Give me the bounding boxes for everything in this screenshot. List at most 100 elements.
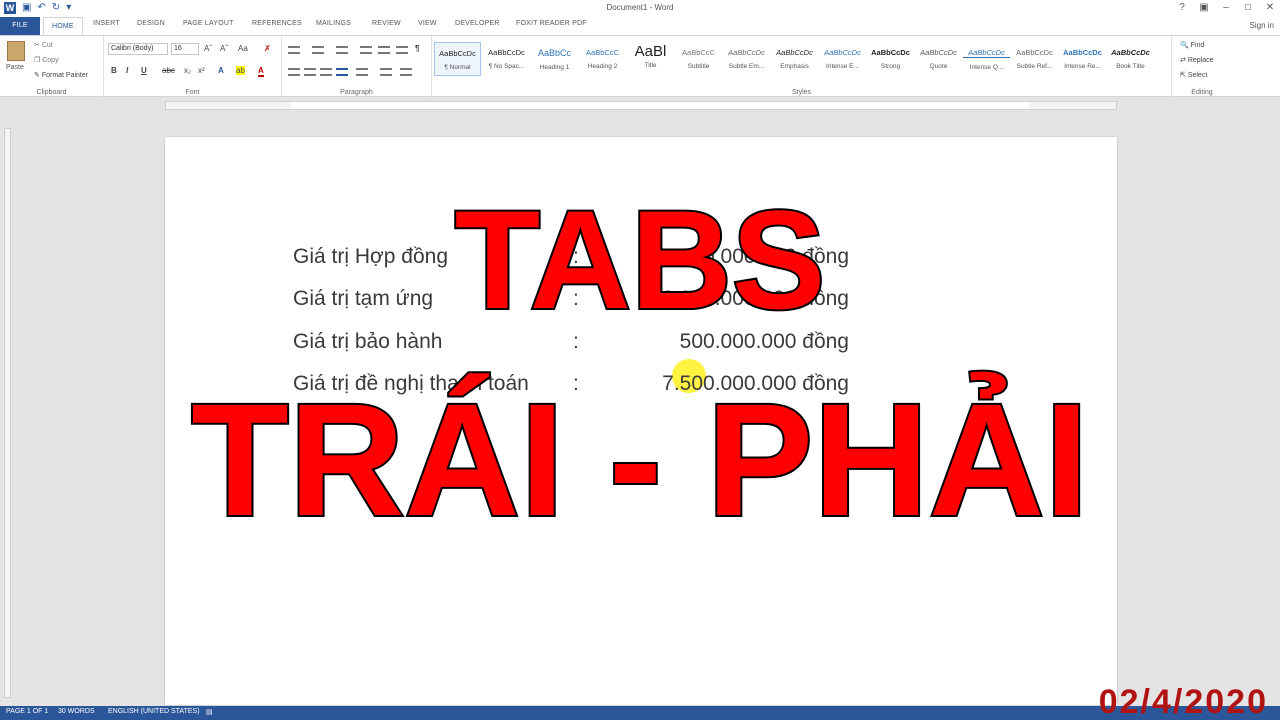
font-size-combo[interactable]: 16	[171, 43, 199, 55]
help-button[interactable]: ?	[1176, 1, 1188, 15]
shrink-font-icon[interactable]: Aˇ	[220, 44, 228, 53]
paragraph-group: ¶ Paragraph	[282, 36, 432, 97]
tab-developer[interactable]: DEVELOPER	[455, 20, 500, 27]
change-case-icon[interactable]: Aa	[238, 44, 248, 53]
strikethrough-icon[interactable]: abc	[162, 66, 175, 75]
copy-button[interactable]: ❐ Copy	[34, 56, 59, 64]
language-indicator[interactable]: ENGLISH (UNITED STATES)	[108, 708, 200, 715]
macro-record-icon[interactable]: ▤	[206, 708, 213, 716]
cut-button[interactable]: ✂ Cut	[34, 41, 53, 49]
style-heading-2[interactable]: AaBbCcC Heading 2	[579, 42, 626, 76]
format-painter-button[interactable]: ✎ Format Painter	[34, 71, 88, 79]
style-subtitle[interactable]: AaBbCcC Subtitle	[675, 42, 722, 76]
style-sample: AaBbCcDc	[963, 48, 1010, 58]
replace-button[interactable]: ⇄ Replace	[1180, 56, 1214, 64]
style-sample: AaBbCcDc	[488, 48, 525, 57]
style-strong[interactable]: AaBbCcDc Strong	[867, 42, 914, 76]
align-center-icon[interactable]	[304, 68, 316, 76]
style-name: Heading 1	[539, 64, 570, 71]
tab-foxit-reader-pdf[interactable]: FOXIT READER PDF	[516, 20, 587, 27]
style-normal[interactable]: AaBbCcDc ¶ Normal	[434, 42, 481, 76]
find-label: Find	[1190, 42, 1205, 49]
underline-button[interactable]: U	[141, 66, 147, 75]
tab-review[interactable]: REVIEW	[372, 20, 401, 27]
italic-button[interactable]: I	[126, 66, 128, 75]
decrease-indent-icon[interactable]	[360, 46, 372, 54]
word-count[interactable]: 30 WORDS	[58, 708, 95, 715]
clipboard-group: Paste ✂ Cut ❐ Copy ✎ Format Painter Clip…	[0, 36, 104, 97]
tab-view[interactable]: VIEW	[418, 20, 437, 27]
font-name-combo[interactable]: Calibri (Body)	[108, 43, 168, 55]
style-sample: AaBbCcDc	[728, 48, 765, 57]
borders-icon[interactable]	[400, 68, 412, 76]
style-book-title[interactable]: AaBbCcDc Book Title	[1107, 42, 1154, 76]
tab-design[interactable]: DESIGN	[137, 20, 165, 27]
tab-page-layout[interactable]: PAGE LAYOUT	[183, 20, 234, 27]
bold-button[interactable]: B	[111, 66, 117, 75]
style-sample: AaBbCc	[537, 48, 572, 58]
tab-references[interactable]: REFERENCES	[252, 20, 302, 27]
superscript-icon[interactable]: x²	[198, 66, 205, 75]
tab-mailings[interactable]: MAILINGS	[316, 20, 351, 27]
line-spacing-icon[interactable]	[356, 68, 368, 76]
align-right-icon[interactable]	[320, 68, 332, 76]
style-intense-quote[interactable]: AaBbCcDc Intense Q...	[963, 42, 1010, 76]
style-name: Title	[644, 62, 657, 69]
style-sample: AaBbCcDc	[439, 49, 476, 58]
paste-icon[interactable]	[7, 41, 25, 61]
page-count[interactable]: PAGE 1 OF 1	[6, 708, 48, 715]
style-subtle-emphasis[interactable]: AaBbCcDc Subtle Em...	[723, 42, 770, 76]
style-emphasis[interactable]: AaBbCcDc Emphasis	[771, 42, 818, 76]
style-no-spacing[interactable]: AaBbCcDc ¶ No Spac...	[483, 42, 530, 76]
font-color-icon[interactable]: A	[258, 66, 264, 77]
subscript-icon[interactable]: x₂	[184, 66, 191, 75]
style-title[interactable]: AaBl Title	[627, 42, 674, 76]
tab-insert[interactable]: INSERT	[93, 20, 120, 27]
minimize-icon[interactable]: –	[1220, 1, 1232, 15]
clear-formatting-icon[interactable]: ✗	[264, 44, 271, 53]
style-name: Subtitle	[687, 63, 710, 70]
select-label: Select	[1187, 72, 1208, 79]
ribbon-tabs: FILE HOME INSERT DESIGN PAGE LAYOUT REFE…	[0, 17, 1280, 36]
styles-group-label: Styles	[791, 89, 812, 96]
style-name: Strong	[880, 63, 901, 70]
style-intense-reference[interactable]: AaBbCcDc Intense Re...	[1059, 42, 1106, 76]
sort-icon[interactable]	[396, 46, 408, 54]
sign-in-link[interactable]: Sign in	[1250, 21, 1274, 30]
align-left-icon[interactable]	[288, 68, 300, 76]
highlight-icon[interactable]: ab	[236, 66, 245, 75]
grow-font-icon[interactable]: Aˆ	[204, 44, 212, 53]
tab-home[interactable]: HOME	[43, 17, 83, 36]
ribbon-display-icon[interactable]: ▣	[1198, 1, 1210, 15]
paragraph-group-label: Paragraph	[340, 89, 373, 96]
select-button[interactable]: ⇱ Select	[1180, 71, 1207, 79]
text-effects-icon[interactable]: A	[218, 66, 224, 75]
style-heading-1[interactable]: AaBbCc Heading 1	[531, 42, 578, 76]
shading-icon[interactable]	[380, 68, 392, 76]
style-sample: AaBbCcDc	[1063, 48, 1102, 57]
style-name: Emphasis	[780, 63, 809, 70]
tab-file[interactable]: FILE	[0, 17, 40, 35]
close-icon[interactable]: ✕	[1264, 1, 1276, 15]
horizontal-ruler[interactable]	[165, 101, 1117, 110]
multilevel-list-icon[interactable]	[336, 46, 348, 54]
ruler-text-area	[291, 102, 1029, 109]
bullets-icon[interactable]	[288, 46, 300, 54]
style-name: Heading 2	[587, 63, 618, 70]
title-bar: W ▣ ↶ ↻ ▾ Document1 - Word ? ▣ – □ ✕	[0, 0, 1280, 17]
style-subtle-reference[interactable]: AaBbCcDc Subtle Ref...	[1011, 42, 1058, 76]
paste-button[interactable]: Paste	[6, 64, 24, 71]
style-intense-emphasis[interactable]: AaBbCcDc Intense E...	[819, 42, 866, 76]
style-name: ¶ Normal	[444, 64, 471, 71]
style-name: Book Title	[1116, 63, 1145, 70]
maximize-icon[interactable]: □	[1242, 1, 1254, 15]
find-button[interactable]: 🔍 Find	[1180, 41, 1204, 49]
show-marks-icon[interactable]: ¶	[415, 44, 419, 53]
numbering-icon[interactable]	[312, 46, 324, 54]
style-quote[interactable]: AaBbCcDc Quote	[915, 42, 962, 76]
style-name: Intense Re...	[1064, 63, 1101, 70]
overlay-title-line-2: TRÁI - PHẢI	[189, 370, 1091, 549]
increase-indent-icon[interactable]	[378, 46, 390, 54]
justify-icon[interactable]	[336, 68, 348, 76]
style-name: Intense E...	[826, 63, 859, 70]
